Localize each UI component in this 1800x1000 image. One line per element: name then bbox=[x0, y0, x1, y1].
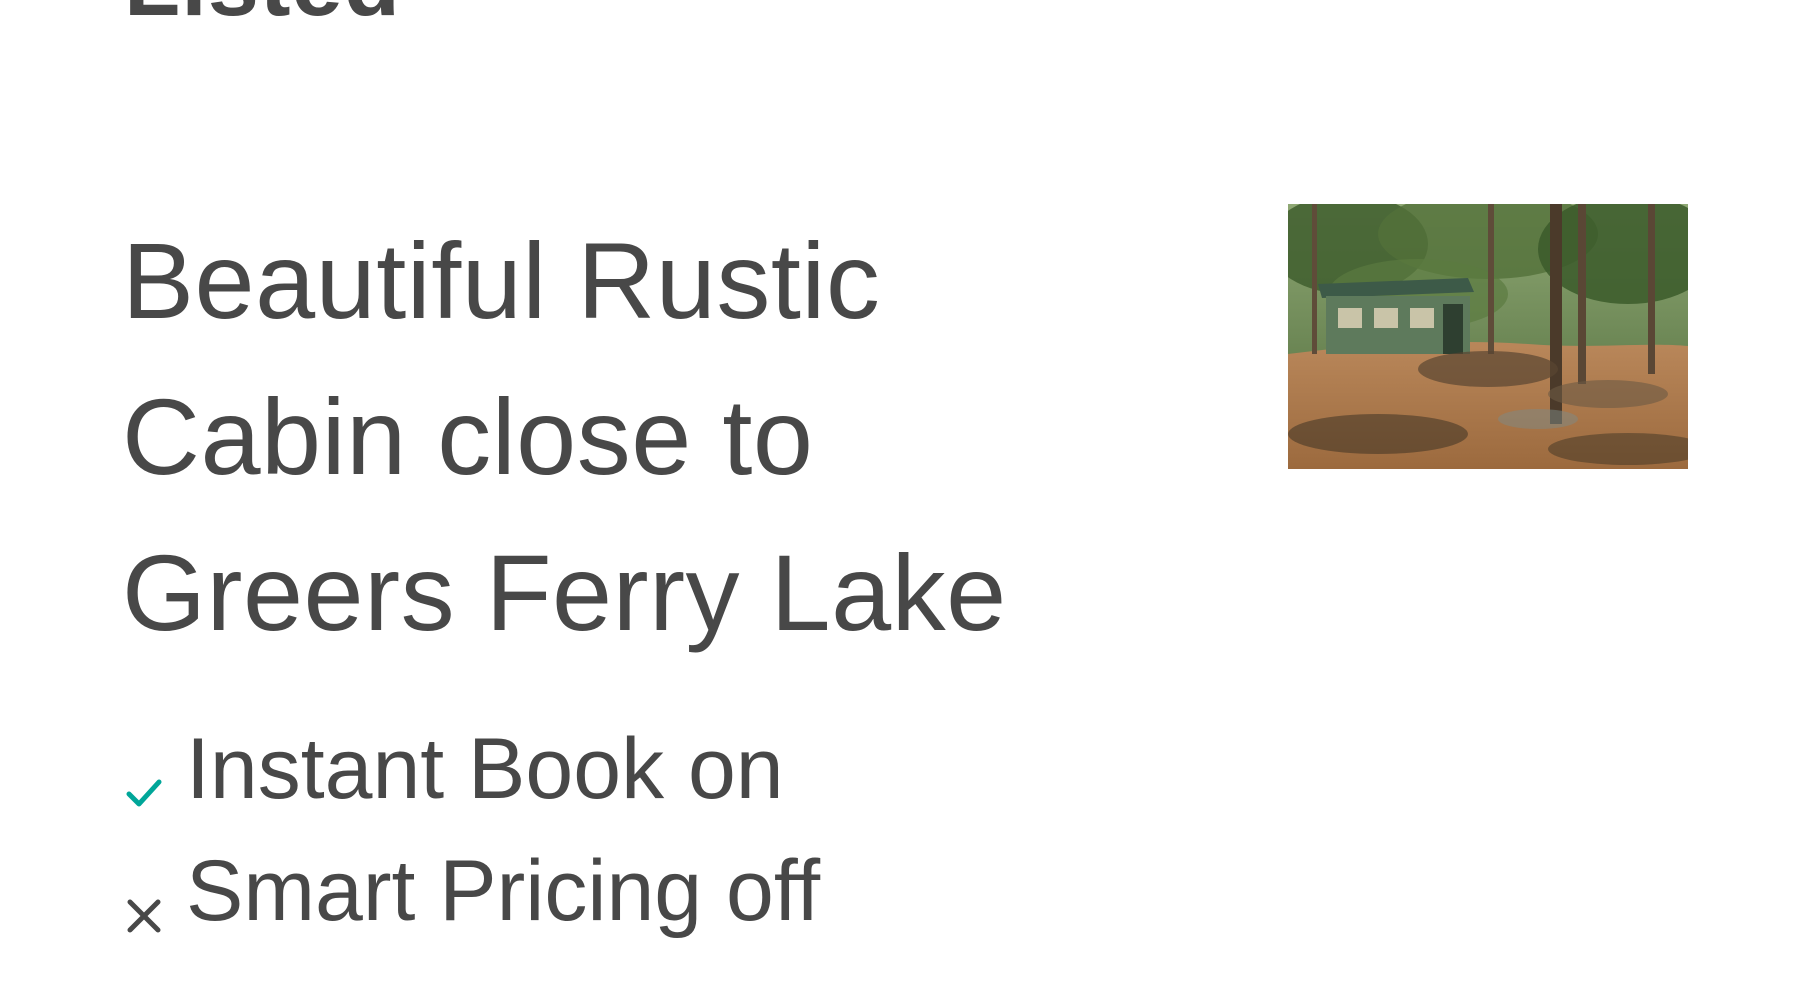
listing-status-list: Instant Book on Smart Pricing off bbox=[118, 708, 820, 952]
instant-book-label: Instant Book on bbox=[186, 720, 784, 817]
smart-pricing-status: Smart Pricing off bbox=[118, 830, 820, 952]
listed-page: Listed Beautiful Rustic Cabin close to G… bbox=[0, 0, 1800, 1000]
listing-card[interactable]: Beautiful Rustic Cabin close to Greers F… bbox=[0, 0, 1800, 1000]
listing-title[interactable]: Beautiful Rustic Cabin close to Greers F… bbox=[122, 203, 1132, 671]
check-icon bbox=[118, 726, 170, 812]
listing-photo[interactable] bbox=[1288, 204, 1688, 469]
x-icon bbox=[118, 848, 170, 934]
cabin-photo-image bbox=[1288, 204, 1688, 469]
instant-book-status: Instant Book on bbox=[118, 708, 820, 830]
smart-pricing-label: Smart Pricing off bbox=[186, 842, 821, 939]
